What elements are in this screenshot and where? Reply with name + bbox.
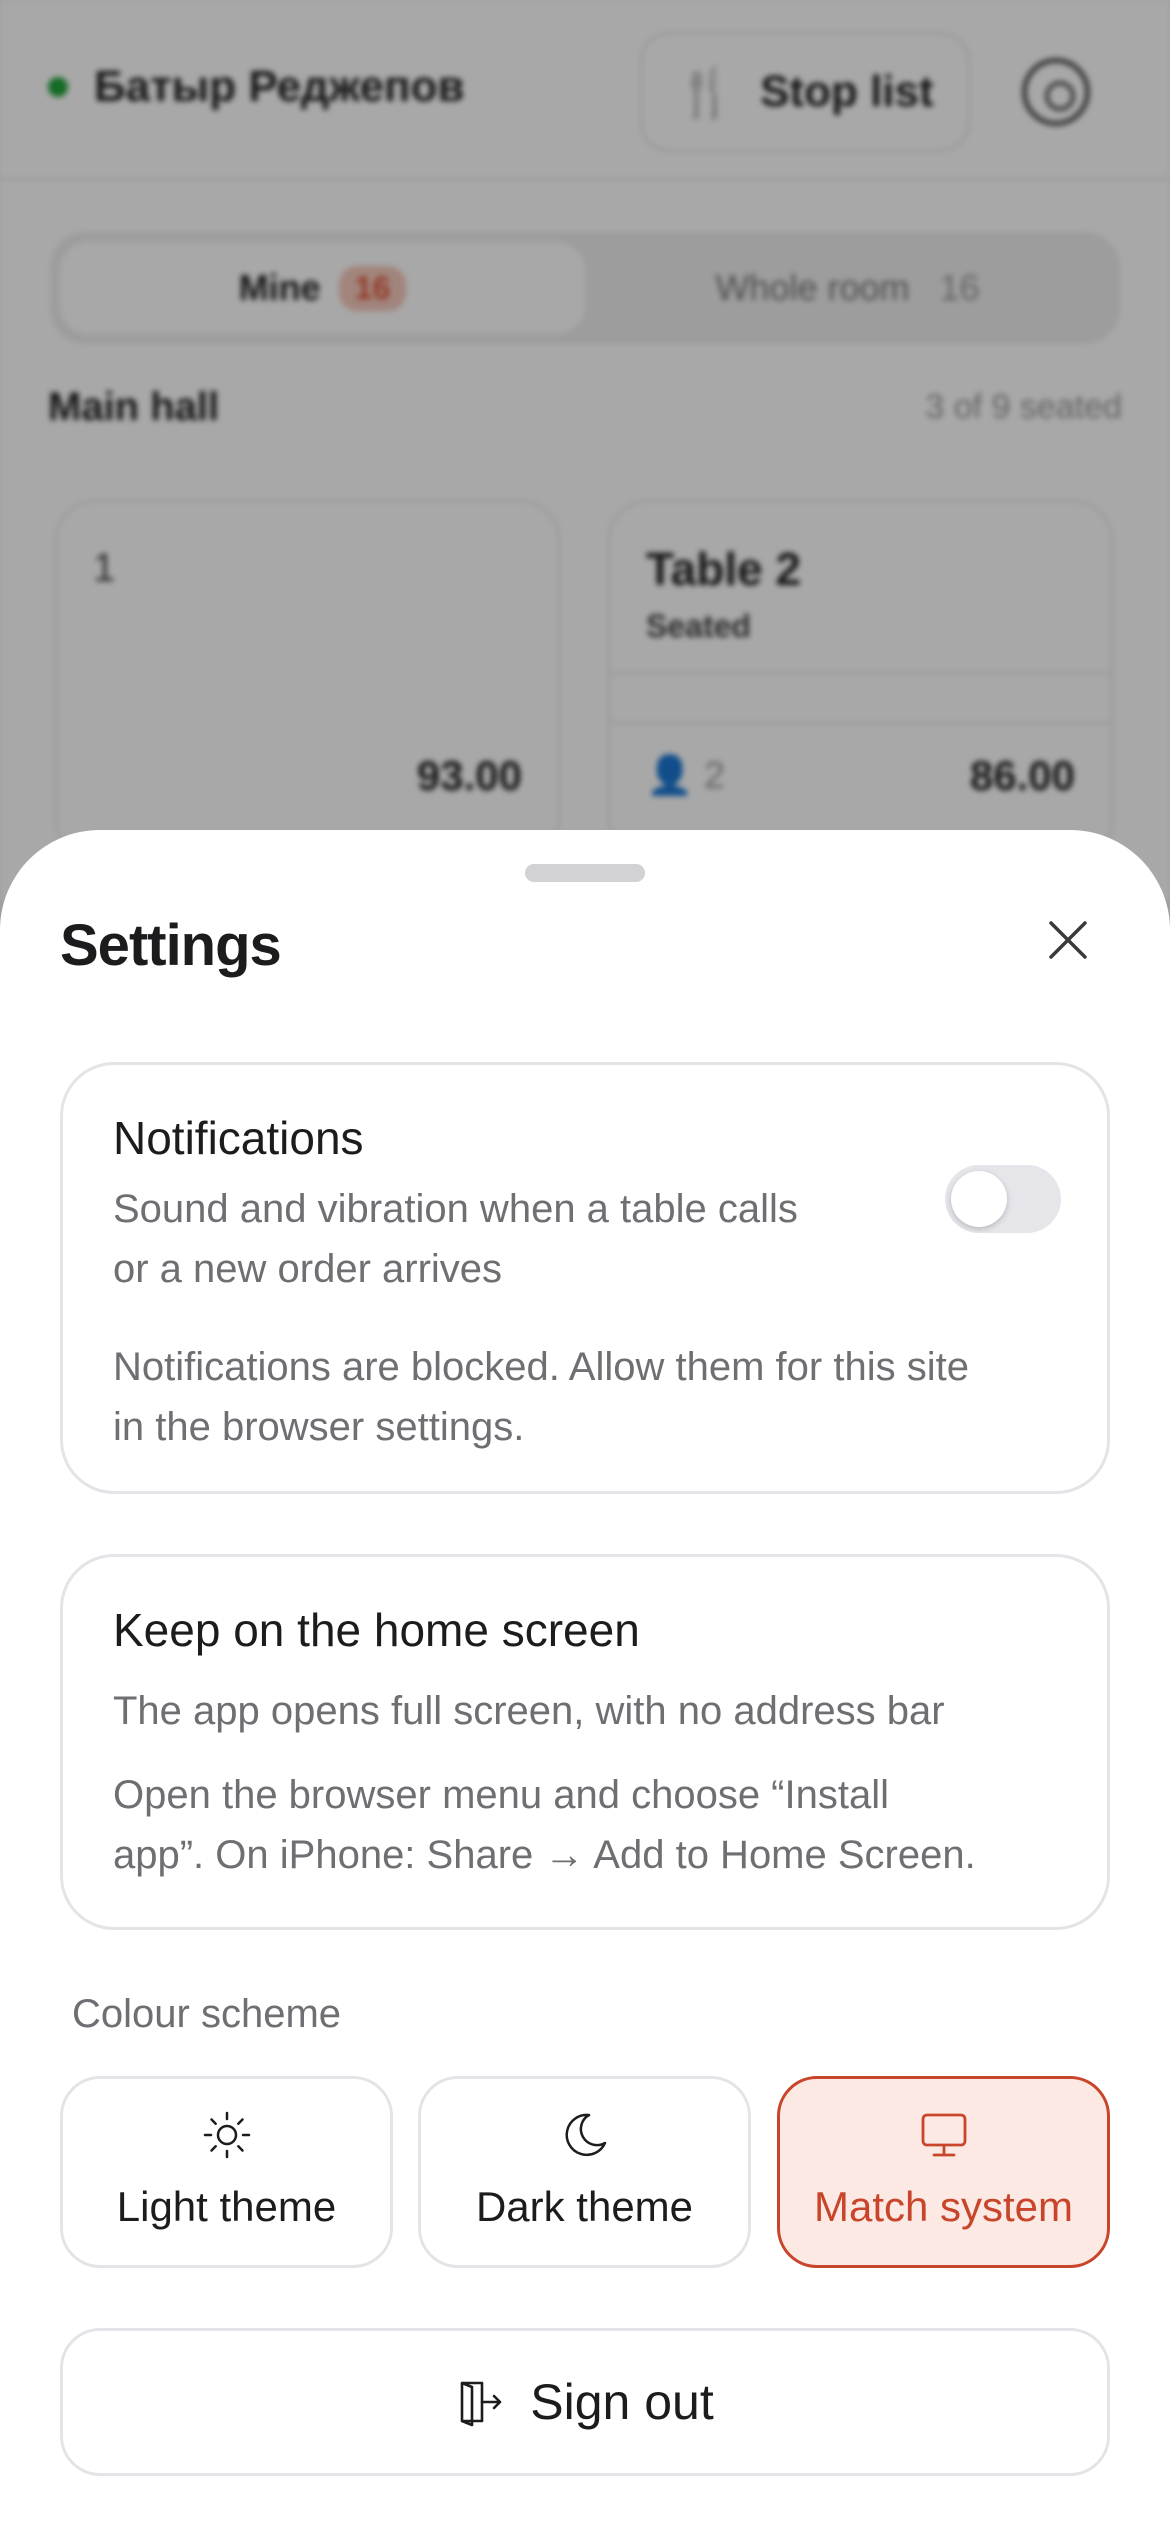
notifications-title: Notifications [113,1112,364,1164]
toggle-knob [951,1171,1007,1227]
sheet-title: Settings [60,913,282,978]
notifications-blocked-hint: Notifications are blocked. Allow them fo… [113,1345,969,1449]
moon-icon [564,2113,606,2157]
settings-sheet: Settings Notifications Sound and vibrati… [0,830,1170,2532]
match-system-button[interactable]: Match system [777,2076,1110,2268]
colour-scheme-options: Light theme Dark theme Match system [60,2076,1110,2268]
sign-out-icon [460,2381,502,2427]
dark-theme-label: Dark theme [475,2183,694,2230]
home-screen-description: The app opens full screen, with no addre… [113,1689,945,1733]
notifications-description: Sound and vibration when a table calls o… [113,1187,798,1291]
sign-out-label: Sign out [530,2374,714,2430]
close-icon [1049,921,1087,959]
sign-out-button[interactable]: Sign out [60,2328,1110,2476]
match-system-label: Match system [813,2183,1074,2230]
close-button[interactable] [1036,908,1100,972]
light-theme-label: Light theme [116,2183,337,2230]
notifications-toggle[interactable] [945,1165,1061,1233]
home-screen-instructions: Open the browser menu and choose “Instal… [113,1773,976,1877]
home-screen-title: Keep on the home screen [113,1604,640,1656]
monitor-icon [921,2113,966,2157]
sun-icon [203,2111,250,2159]
light-theme-button[interactable]: Light theme [60,2076,393,2268]
sheet-grabber[interactable] [525,864,645,882]
notifications-card: Notifications Sound and vibration when a… [60,1062,1110,1494]
colour-scheme-label: Colour scheme [72,1992,342,2036]
home-screen-card: Keep on the home screen The app opens fu… [60,1554,1110,1930]
dark-theme-button[interactable]: Dark theme [418,2076,751,2268]
